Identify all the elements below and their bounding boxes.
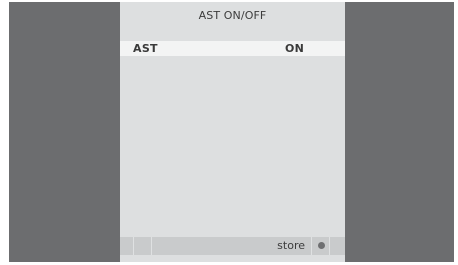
menu-title: AST ON/OFF bbox=[198, 9, 267, 22]
footer-bar: store bbox=[120, 237, 345, 255]
menu-row-label: AST bbox=[133, 42, 158, 55]
footer-segment bbox=[120, 237, 134, 255]
store-button[interactable]: store bbox=[277, 239, 305, 252]
menu-row-value[interactable]: ON bbox=[285, 42, 304, 55]
menu-panel: AST ON/OFF AST ON store bbox=[120, 2, 345, 262]
right-side-panel bbox=[345, 2, 454, 262]
footer-segment bbox=[134, 237, 152, 255]
left-side-panel bbox=[9, 2, 120, 262]
tv-menu-screen: AST ON/OFF AST ON store bbox=[0, 0, 458, 265]
dot-icon bbox=[318, 242, 325, 249]
